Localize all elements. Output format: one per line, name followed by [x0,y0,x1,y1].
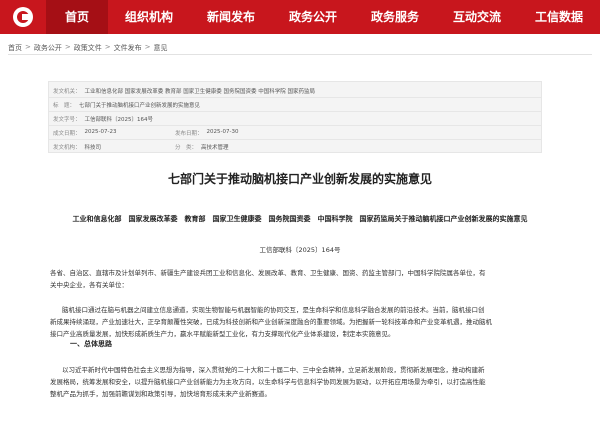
breadcrumb-separator: > [25,43,31,51]
article-title: 七部门关于推动脑机接口产业创新发展的实施意见 [167,172,432,186]
breadcrumb-link[interactable]: 文件发布 [114,43,142,53]
info-row-docno: 发文字号： 工信部联科〔2025〕164号 [53,115,153,123]
paragraph-line: 接口产业高质量发展，加快形成新质生产力，赢水平赋能新型工业化，有力支撑现代化产业… [50,330,395,338]
paragraph-intro: 脑机接口通过在脑与机器之间建立信息通道，实现生物智能与机器智能的协同交互，是生命… [50,304,550,340]
issuer-value: 工业和信息化部 国家发展改革委 教育部 国家卫生健康委 国务院国资委 中国科学院… [84,89,316,95]
breadcrumb-separator: > [64,43,71,51]
nav-item-interaction[interactable]: 互动交流 [436,0,518,34]
title-key: 标 题： [53,103,76,109]
date-value: 2025-07-23 [84,129,117,135]
paragraph-line: 以习近平新时代中国特色社会主义思想为指导，深入贯彻党的二十大和二十届二中、三中全… [62,366,485,374]
emblem-icon [13,7,33,27]
nav-item-news[interactable]: 新闻发布 [190,0,272,34]
breadcrumb-link: 意见 [153,44,168,52]
info-row-issuer: 发文机关： 工业和信息化部 国家发展改革委 教育部 国家卫生健康委 国务院国资委… [53,87,315,95]
info-row-title: 标 题： 七部门关于推动脑机接口产业创新发展的实施意见 [53,101,200,109]
breadcrumb-link[interactable]: 政务公开 [34,43,62,53]
nav-item-services[interactable]: 政务服务 [354,0,436,34]
nav-item-government-affairs[interactable]: 政务公开 [272,0,354,34]
paragraph-line: 脑机接口通过在脑与机器之间建立信息通道，实现生物智能与机器智能的协同交互，是生命… [62,306,485,314]
info-row-date: 成文日期： 2025-07-23 [53,129,116,137]
info-row-category: 分 类： 高技术管理 [175,143,229,151]
info-row-org: 发文机构： 科技司 [53,143,101,151]
breadcrumb-separator: > [144,43,151,51]
nav-item-data[interactable]: 工信数据 [518,0,600,34]
paragraph-line: 关中央企业，各有关单位： [50,281,128,289]
breadcrumb-link[interactable]: 首页 [8,43,22,53]
info-row-pubdate: 发布日期： 2025-07-30 [175,129,238,137]
article-subheading: 工业和信息化部 国家发展改革委 教育部 国家卫生健康委 国务院国资委 中国科学院… [72,215,528,223]
nav-item-organization[interactable]: 组织机构 [108,0,190,34]
breadcrumb: 首页 > 政务公开 > 政策文件 > 文件发布 > 意见 [8,43,168,53]
info-divider [49,111,541,112]
org-key: 发文机构： [53,145,81,151]
category-value: 高技术管理 [201,145,229,151]
pubdate-value: 2025-07-30 [206,129,239,135]
org-value: 科技司 [84,145,102,151]
section-heading: 一、总体思路 [70,340,112,348]
document-info-table: 发文机关： 工业和信息化部 国家发展改革委 教育部 国家卫生健康委 国务院国资委… [48,81,542,153]
paragraph-line: 新成果持续涌现，产业加速壮大，正孕育颠覆性突破，已成为科技创新和产业创新深度融合… [50,318,492,326]
info-divider [49,97,541,98]
docno-key: 发文字号： [53,117,81,123]
category-key: 分 类： [175,145,198,151]
breadcrumb-divider [8,54,592,55]
breadcrumb-separator: > [104,43,111,51]
article-document-number: 工信部联科〔2025〕164号 [259,246,341,254]
nav-item-home[interactable]: 首页 [46,0,108,34]
title-value: 七部门关于推动脑机接口产业创新发展的实施意见 [79,103,201,109]
paragraph-line: 各省、自治区、直辖市及计划单列市、新疆生产建设兵团工业和信息化、发展改革、教育、… [50,269,486,277]
nav-menu: 首页 组织机构 新闻发布 政务公开 政务服务 互动交流 工信数据 [46,0,600,34]
date-key: 成文日期： [53,131,81,137]
issuer-key: 发文机关： [53,89,81,95]
top-navigation-bar: 首页 组织机构 新闻发布 政务公开 政务服务 互动交流 工信数据 [0,0,600,34]
paragraph-line: 发展格局，统筹发展和安全，以提升脑机接口产业创新能力为主攻方向，以生命科学与信息… [50,378,486,386]
site-logo[interactable] [0,0,46,34]
info-divider [49,139,541,140]
paragraph-principles: 以习近平新时代中国特色社会主义思想为指导，深入贯彻党的二十大和二十届二中、三中全… [50,364,550,400]
info-divider [49,125,541,126]
docno-value: 工信部联科〔2025〕164号 [84,117,154,123]
pubdate-key: 发布日期： [175,131,203,137]
breadcrumb-link[interactable]: 政策文件 [74,43,102,53]
paragraph-line: 整机产品为抓手，加强前瞻谋划和政策引导，加快培育形成未来产业新赛道。 [50,390,271,398]
paragraph-addressees: 各省、自治区、直辖市及计划单列市、新疆生产建设兵团工业和信息化、发展改革、教育、… [50,267,550,291]
